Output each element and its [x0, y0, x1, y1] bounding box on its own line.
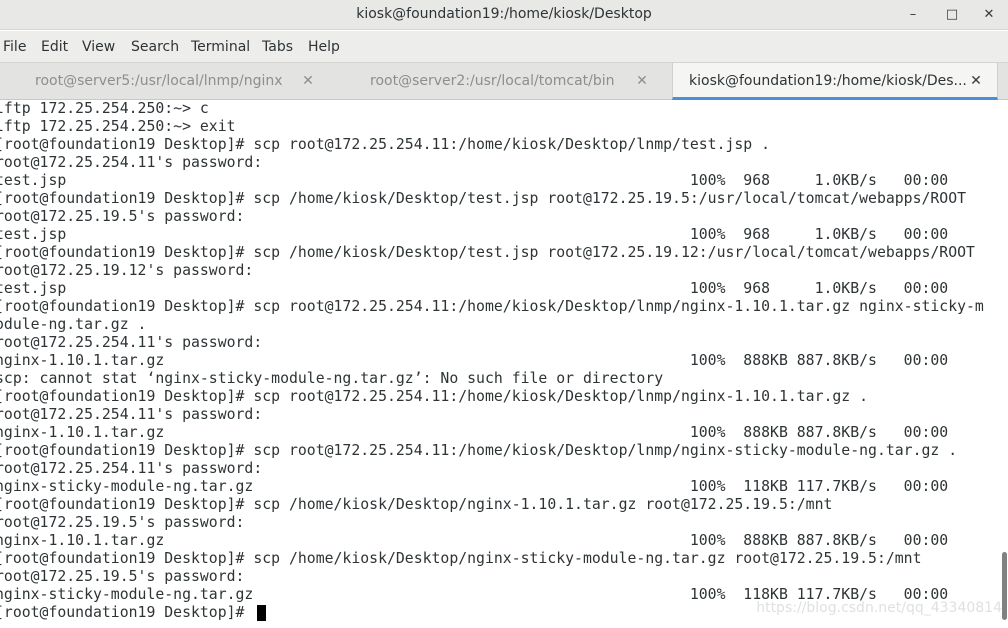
menu-view[interactable]: View — [82, 31, 115, 62]
terminal-line: test.jsp 100% 968 1.0KB/s 00:00 — [0, 172, 984, 189]
terminal-line: root@172.25.19.5's password: — [0, 568, 254, 585]
close-icon[interactable]: ✕ — [971, 0, 1007, 30]
menu-bar: File Edit View Search Terminal Tabs Help — [0, 31, 1008, 62]
terminal-line: lftp 172.25.254.250:~> exit — [0, 118, 236, 135]
menu-help[interactable]: Help — [308, 31, 340, 62]
terminal-cursor — [257, 605, 266, 621]
terminal-line: [root@foundation19 Desktop]# scp /home/k… — [0, 190, 967, 207]
menu-file[interactable]: File — [3, 31, 26, 62]
menu-search[interactable]: Search — [131, 31, 179, 62]
terminal-line: [root@foundation19 Desktop]# scp /home/k… — [0, 244, 975, 261]
terminal-line: root@172.25.254.11's password: — [0, 460, 272, 477]
menu-terminal[interactable]: Terminal — [191, 31, 250, 62]
minimize-icon[interactable]: – — [895, 0, 931, 30]
tab-close-icon[interactable]: ✕ — [299, 63, 317, 99]
tab-label: root@server5:/usr/local/lnmp/nginx — [35, 73, 283, 89]
tab-server2[interactable]: root@server2:/usr/local/tomcat/bin ✕ — [336, 63, 672, 100]
terminal-line: scp: cannot stat ‘nginx-sticky-module-ng… — [0, 370, 664, 387]
terminal-line: nginx-1.10.1.tar.gz 100% 888KB 887.8KB/s… — [0, 424, 984, 441]
terminal-line: [root@foundation19 Desktop]# scp root@17… — [0, 442, 958, 459]
terminal-line: [root@foundation19 Desktop]# scp root@17… — [0, 298, 984, 315]
watermark: https://blog.csdn.net/qq_43340814 — [756, 600, 1002, 616]
terminal-line: root@172.25.254.11's password: — [0, 154, 272, 171]
terminal-line: test.jsp 100% 968 1.0KB/s 00:00 — [0, 280, 984, 297]
terminal-line: root@172.25.19.5's password: — [0, 514, 254, 531]
maximize-icon[interactable]: □ — [934, 0, 970, 30]
tab-server5[interactable]: root@server5:/usr/local/lnmp/nginx ✕ — [0, 63, 336, 100]
terminal-line: root@172.25.254.11's password: — [0, 334, 272, 351]
terminal-output[interactable]: lftp 172.25.254.250:~> c lftp 172.25.254… — [0, 100, 1008, 628]
tab-close-icon[interactable]: ✕ — [967, 63, 985, 99]
terminal-line: test.jsp 100% 968 1.0KB/s 00:00 — [0, 226, 984, 243]
tab-label: root@server2:/usr/local/tomcat/bin — [370, 73, 615, 89]
terminal-line: root@172.25.19.5's password: — [0, 208, 254, 225]
terminal-line: root@172.25.19.12's password: — [0, 262, 263, 279]
title-bar: kiosk@foundation19:/home/kiosk/Desktop –… — [0, 0, 1008, 30]
terminal-line: nginx-1.10.1.tar.gz 100% 888KB 887.8KB/s… — [0, 352, 984, 369]
tab-close-icon[interactable]: ✕ — [633, 63, 651, 99]
tab-foundation19[interactable]: kiosk@foundation19:/home/kiosk/Des... ✕ — [672, 63, 998, 100]
tab-bar: root@server5:/usr/local/lnmp/nginx ✕ roo… — [0, 62, 1008, 100]
terminal-line: nginx-1.10.1.tar.gz 100% 888KB 887.8KB/s… — [0, 532, 984, 549]
menu-edit[interactable]: Edit — [41, 31, 68, 62]
terminal-line: root@172.25.254.11's password: — [0, 406, 272, 423]
terminal-line: odule-ng.tar.gz . — [0, 316, 147, 333]
terminal-line: [root@foundation19 Desktop]# — [0, 604, 254, 621]
terminal-line: nginx-sticky-module-ng.tar.gz 100% 118KB… — [0, 478, 984, 495]
menu-tabs[interactable]: Tabs — [262, 31, 293, 62]
terminal-line: [root@foundation19 Desktop]# scp /home/k… — [0, 496, 833, 513]
terminal-line: [root@foundation19 Desktop]# scp root@17… — [0, 136, 771, 153]
terminal-line: lftp 172.25.254.250:~> c — [0, 100, 209, 117]
terminal-line: [root@foundation19 Desktop]# scp root@17… — [0, 388, 869, 405]
tab-label: kiosk@foundation19:/home/kiosk/Des... — [689, 73, 967, 89]
terminal-line: [root@foundation19 Desktop]# scp /home/k… — [0, 550, 922, 567]
window-title: kiosk@foundation19:/home/kiosk/Desktop — [356, 6, 652, 22]
scrollbar-thumb[interactable] — [1002, 552, 1007, 620]
